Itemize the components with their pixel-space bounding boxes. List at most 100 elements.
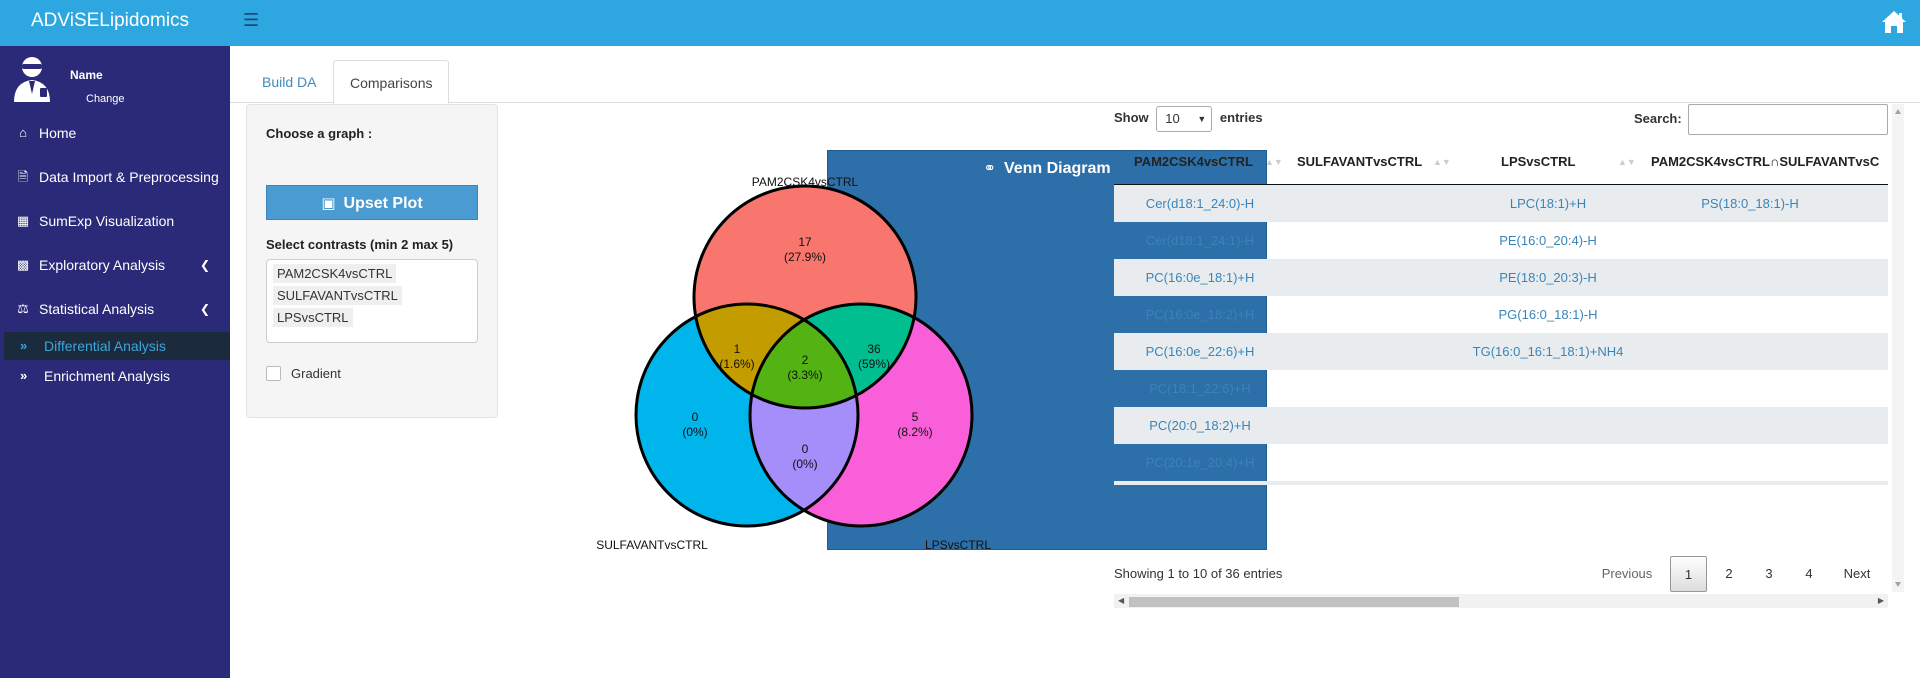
table-row[interactable]: PC(16:0e_22:6)+H TG(16:0_16:1_18:1)+NH4 (1114, 333, 1888, 370)
pagination-page-2[interactable]: 2 (1714, 556, 1744, 592)
datatable-body: PAM2CSK4vsCTRL ▲▼ SULFAVANTvsCTRL ▲▼ LPS… (1114, 140, 1888, 485)
venn-set-label-a: PAM2CSK4vsCTRL (752, 175, 859, 189)
table-row[interactable]: Cer(d18:1_24:0)-H LPC(18:1)+H PS(18:0_18:1… (1114, 185, 1888, 222)
table-row[interactable]: PC(20:0_18:2)+H (1114, 407, 1888, 444)
home-icon[interactable] (1880, 8, 1908, 36)
scroll-right-icon[interactable]: ▶ (1878, 594, 1884, 608)
column-header-3[interactable]: LPSvsCTRL (1501, 140, 1575, 184)
double-chevron-right-icon: » (20, 338, 28, 353)
table-row[interactable]: PE(16:0_16:1)-H (1114, 481, 1888, 485)
sidebar-item-differential[interactable]: » Differential Analysis (4, 332, 230, 360)
sort-icon: ▲▼ (1265, 157, 1283, 167)
sidebar-item-statistical[interactable]: ⚖ Statistical Analysis ❮ (0, 293, 230, 325)
sidebar-item-home[interactable]: ⌂ Home (0, 117, 230, 149)
contrasts-multiselect[interactable]: PAM2CSK4vsCTRL SULFAVANTvsCTRL LPSvsCTRL (266, 259, 478, 343)
table-row[interactable]: Cer(d18:1_24:1)-H PE(16:0_20:4)-H (1114, 222, 1888, 259)
column-header-2[interactable]: SULFAVANTvsCTRL (1297, 140, 1422, 184)
table-cell[interactable]: Cer(d18:1_24:1)-H (1146, 222, 1254, 259)
scroll-left-icon[interactable]: ◀ (1118, 594, 1124, 608)
venn-set-label-c: LPSvsCTRL (925, 538, 991, 552)
sidebar-item-label: Data Import & Preprocessing (39, 169, 219, 185)
table-cell[interactable]: TG(16:0_16:1_18:1)+NH4 (1473, 333, 1624, 370)
sidebar-item-label: Statistical Analysis (39, 301, 155, 317)
app-title[interactable]: ADViSELipidomics (0, 0, 230, 46)
scrollbar-thumb[interactable] (1129, 597, 1459, 607)
contrast-chip[interactable]: PAM2CSK4vsCTRL (273, 264, 397, 283)
page-length-value: 10 (1165, 110, 1180, 126)
column-header-4[interactable]: PAM2CSK4vsCTRL∩SULFAVANTvsC (1651, 140, 1879, 184)
search-label: Search: (1634, 111, 1682, 126)
venn-count-c-only: 5 (912, 410, 919, 424)
sidebar-item-label: Exploratory Analysis (39, 257, 166, 273)
vertical-scrollbar[interactable] (1892, 104, 1904, 592)
table-cell[interactable]: PE(16:0_20:4)-H (1499, 222, 1597, 259)
venn-pct-bc: (0%) (792, 457, 817, 471)
venn-count-abc: 2 (802, 353, 809, 367)
page-length-select[interactable]: 10 ▼ (1156, 105, 1213, 132)
user-avatar-icon (14, 57, 50, 102)
double-chevron-right-icon: » (20, 368, 28, 383)
table-cell[interactable]: PC(18:1_22:6)+H (1149, 370, 1251, 407)
change-user-link[interactable]: Change (86, 93, 125, 105)
upset-plot-button[interactable]: ▣ Upset Plot (266, 185, 478, 220)
sidebar-item-label: Differential Analysis (44, 338, 166, 354)
sort-icon: ▲▼ (1433, 157, 1451, 167)
sidebar-item-data-import[interactable]: 🗎 Data Import & Preprocessing (0, 161, 230, 193)
tab-build-da[interactable]: Build DA (246, 60, 332, 103)
sidebar-item-exploratory[interactable]: ▩ Exploratory Analysis ❮ (0, 249, 230, 281)
pagination-page-1[interactable]: 1 (1670, 556, 1707, 592)
pagination-previous[interactable]: Previous (1597, 556, 1657, 592)
sort-icon: ▲▼ (1618, 157, 1636, 167)
search-input[interactable] (1688, 104, 1888, 135)
table-cell[interactable]: LPC(18:1)+H (1510, 185, 1586, 222)
table-row[interactable]: PC(20:1e_20:4)+H (1114, 444, 1888, 481)
contrast-chip[interactable]: SULFAVANTvsCTRL (273, 286, 402, 305)
results-datatable: Show 10 ▼ entries Search: PAM2CSK4vsCTRL … (1114, 104, 1904, 608)
sidebar-item-label: Enrichment Analysis (44, 368, 171, 384)
table-cell[interactable]: PS(18:0_18:1)-H (1701, 185, 1799, 222)
venn-count-bc: 0 (802, 442, 809, 456)
table-row[interactable]: PC(18:1_22:6)+H (1114, 370, 1888, 407)
table-cell[interactable]: PE(16:0_16:1)-H (1151, 481, 1249, 485)
venn-pct-abc: (3.3%) (787, 368, 822, 382)
table-row[interactable]: PC(16:0e_18:2)+H PG(16:0_18:1)-H (1114, 296, 1888, 333)
contrast-chip[interactable]: LPSvsCTRL (273, 308, 353, 327)
table-cell[interactable]: Cer(d18:1_24:0)-H (1146, 185, 1254, 222)
table-cell[interactable]: PC(16:0e_18:1)+H (1146, 259, 1255, 296)
table-cell[interactable]: PG(16:0_18:1)-H (1499, 296, 1598, 333)
venn-pct-ab: (1.6%) (719, 357, 754, 371)
tab-comparisons[interactable]: Comparisons (333, 60, 450, 104)
upset-grid-icon: ▣ (321, 195, 336, 212)
venn-set-label-b: SULFAVANTvsCTRL (596, 538, 708, 552)
sidebar-item-label: Home (39, 125, 77, 141)
gradient-checkbox[interactable] (266, 366, 281, 381)
table-row[interactable]: PC(16:0e_18:1)+H PE(18:0_20:3)-H (1114, 259, 1888, 296)
venn-count-a-only: 17 (798, 235, 812, 249)
venn-count-ab: 1 (734, 342, 741, 356)
sidebar-item-enrichment[interactable]: » Enrichment Analysis (4, 362, 230, 390)
pagination-next[interactable]: Next (1836, 556, 1878, 592)
table-cell[interactable]: PE(18:0_20:3)-H (1499, 259, 1597, 296)
entries-label: entries (1219, 110, 1263, 125)
table-cell[interactable]: PC(16:0e_22:6)+H (1146, 333, 1255, 370)
file-import-icon: 🗎 (17, 169, 29, 184)
page-length-control: Show 10 ▼ entries (1114, 104, 1263, 132)
sidebar-item-sumexp[interactable]: ▦ SumExp Visualization (0, 205, 230, 237)
pagination-page-4[interactable]: 4 (1794, 556, 1824, 592)
pagination-page-3[interactable]: 3 (1754, 556, 1784, 592)
graph-options-panel: Choose a graph : ⚭ Venn Diagram ▣ Upset Pl… (246, 104, 1267, 550)
venn-count-b-only: 0 (692, 410, 699, 424)
balance-scale-icon: ⚖ (17, 301, 29, 316)
choose-graph-label: Choose a graph : (266, 126, 373, 141)
table-cell[interactable]: PC(16:0e_18:2)+H (1146, 296, 1255, 333)
table-cell[interactable]: PC(20:0_18:2)+H (1149, 407, 1251, 444)
gradient-label: Gradient (291, 366, 341, 381)
horizontal-scrollbar[interactable]: ◀ ▶ (1114, 594, 1888, 608)
column-header-1[interactable]: PAM2CSK4vsCTRL (1134, 140, 1253, 184)
table-cell[interactable]: PC(20:1e_20:4)+H (1146, 444, 1255, 481)
venn-pct-ac: (59%) (858, 357, 890, 371)
hamburger-menu-icon[interactable]: ☰ (243, 10, 259, 31)
sidebar: Name Change ⌂ Home 🗎 Data Import & Prepr… (0, 46, 230, 678)
venn-count-ac: 36 (867, 342, 881, 356)
contrasts-label: Select contrasts (min 2 max 5) (266, 237, 454, 252)
